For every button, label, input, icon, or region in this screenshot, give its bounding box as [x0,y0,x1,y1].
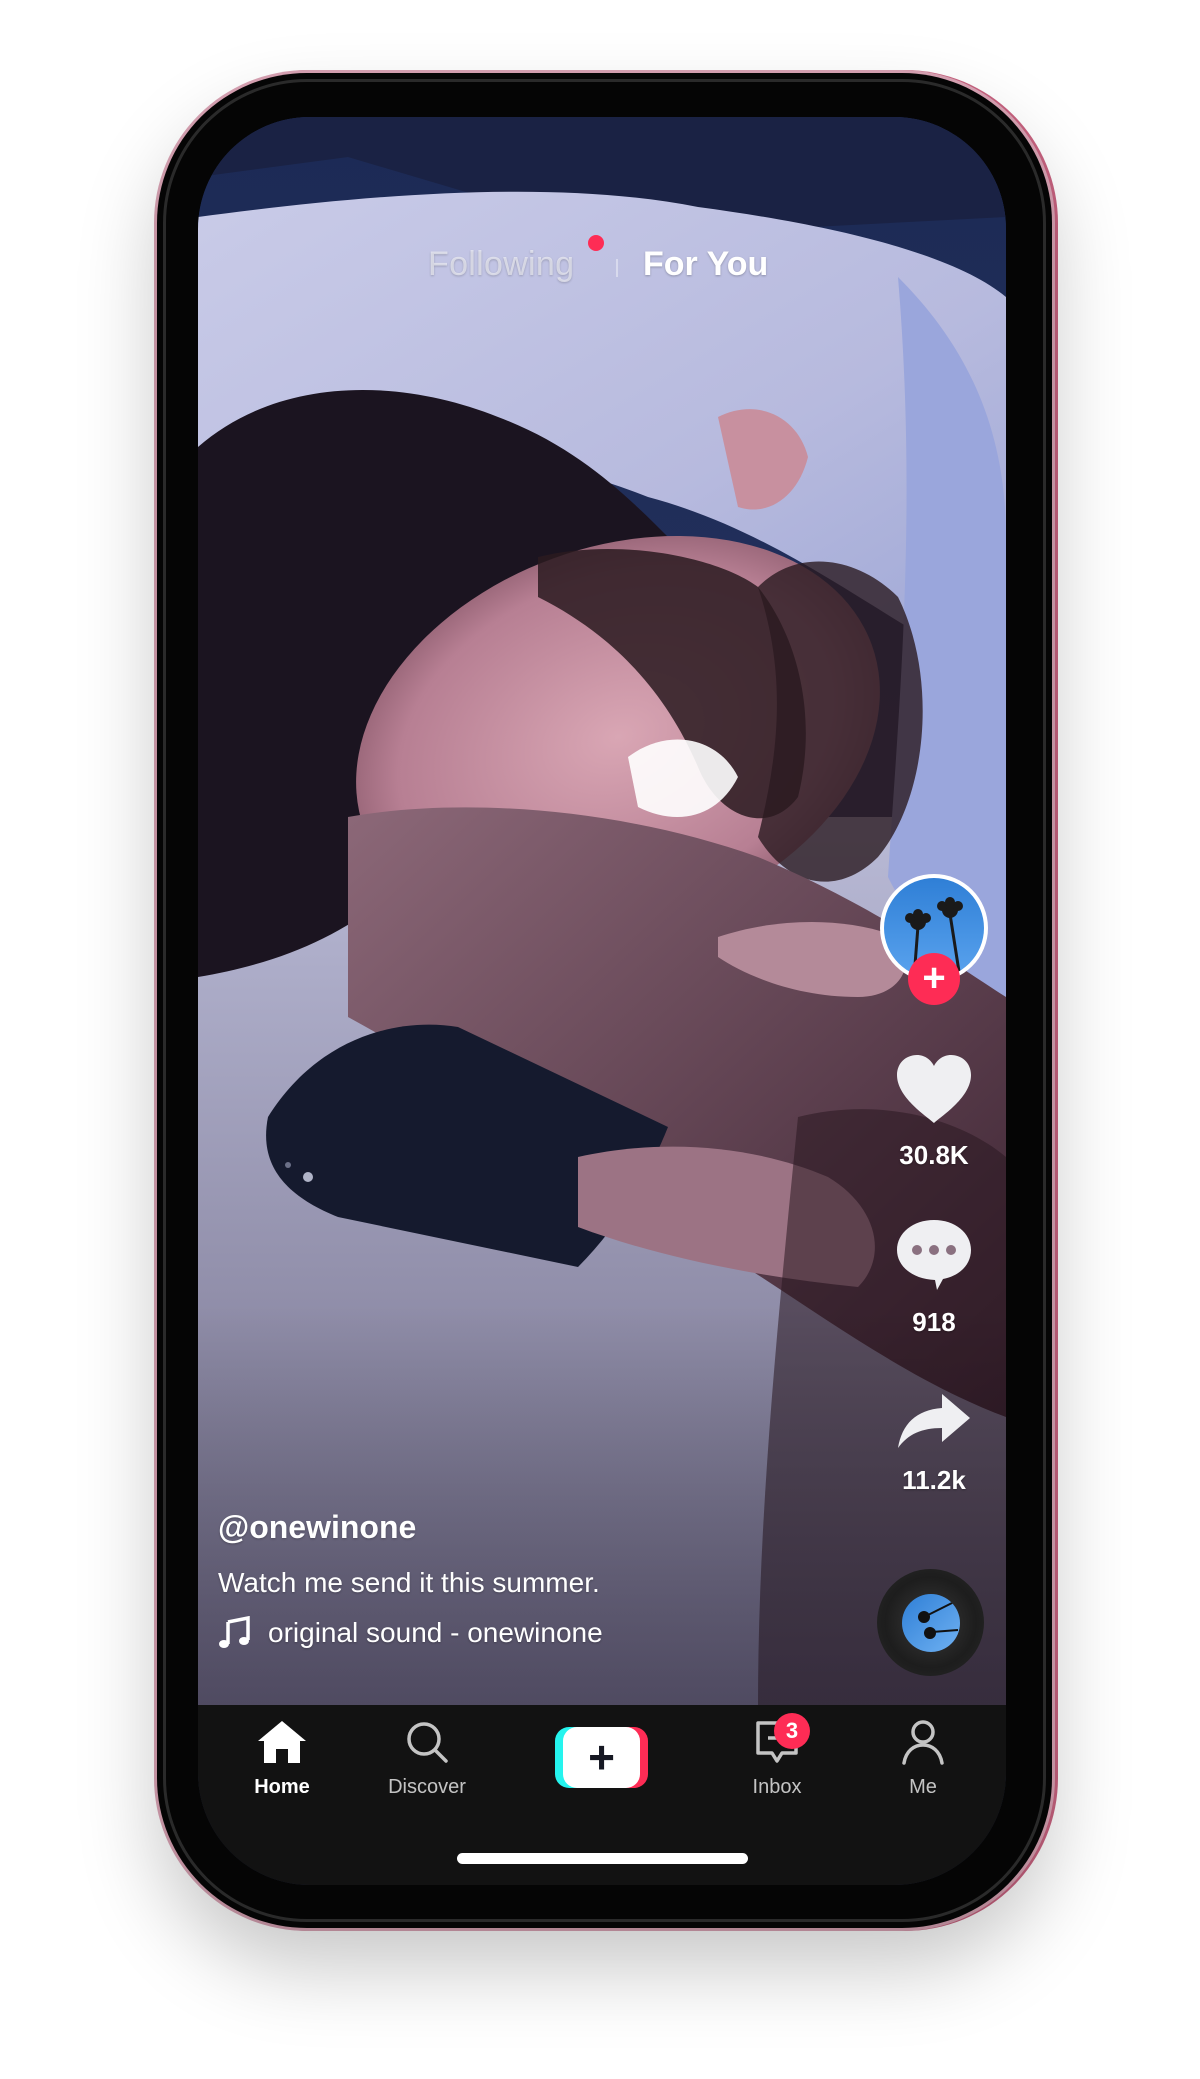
feed-tabs: Following For You [198,225,1006,285]
bottom-nav: Home Discover + 3 Inbox Me [198,1705,1006,1885]
plus-icon: + [922,956,946,1000]
tab-divider [616,259,618,277]
music-note-icon [219,1616,250,1648]
tab-following[interactable]: Following [428,245,574,284]
comment-action[interactable]: 918 [870,1218,998,1338]
create-video-button[interactable]: + [555,1727,648,1788]
nav-me[interactable]: Me [858,1719,988,1799]
share-action[interactable]: 11.2k [870,1392,998,1496]
new-content-dot [588,235,604,251]
nav-inbox-label: Inbox [752,1776,802,1798]
search-icon [407,1722,448,1763]
nav-discover-label: Discover [388,1776,466,1798]
sound-cover-icon [902,1594,960,1652]
music-disc[interactable] [877,1569,984,1676]
nav-home[interactable]: Home [217,1719,347,1799]
post-info: @onewinone Watch me send it this summer.… [218,1507,838,1651]
comment-count: 918 [912,1307,956,1337]
like-count: 30.8K [899,1140,969,1170]
nav-discover[interactable]: Discover [362,1719,492,1799]
app-screen: Following For You + 30.8K 918 11.2k @one… [198,117,1006,1885]
follow-plus-button[interactable]: + [908,953,960,1005]
sound-name: original sound - onewinone [268,1617,603,1648]
comment-icon [897,1220,971,1290]
create-plus-icon: + [563,1727,640,1788]
share-arrow-icon [898,1394,970,1448]
home-indicator[interactable] [457,1853,748,1864]
nav-home-label: Home [254,1776,310,1798]
post-caption: Watch me send it this summer. [218,1567,600,1598]
home-icon [258,1721,306,1763]
nav-inbox[interactable]: 3 Inbox [712,1713,842,1799]
share-count: 11.2k [902,1465,966,1495]
sound-row[interactable]: original sound - onewinone [218,1615,838,1651]
phone-frame: Following For You + 30.8K 918 11.2k @one… [157,73,1052,1928]
creator-username[interactable]: @onewinone [218,1507,838,1547]
profile-icon [902,1720,944,1765]
heart-icon [897,1055,971,1123]
like-action[interactable]: 30.8K [870,1053,998,1171]
nav-me-label: Me [909,1776,937,1798]
tab-for-you[interactable]: For You [643,245,768,284]
inbox-badge: 3 [774,1713,810,1749]
